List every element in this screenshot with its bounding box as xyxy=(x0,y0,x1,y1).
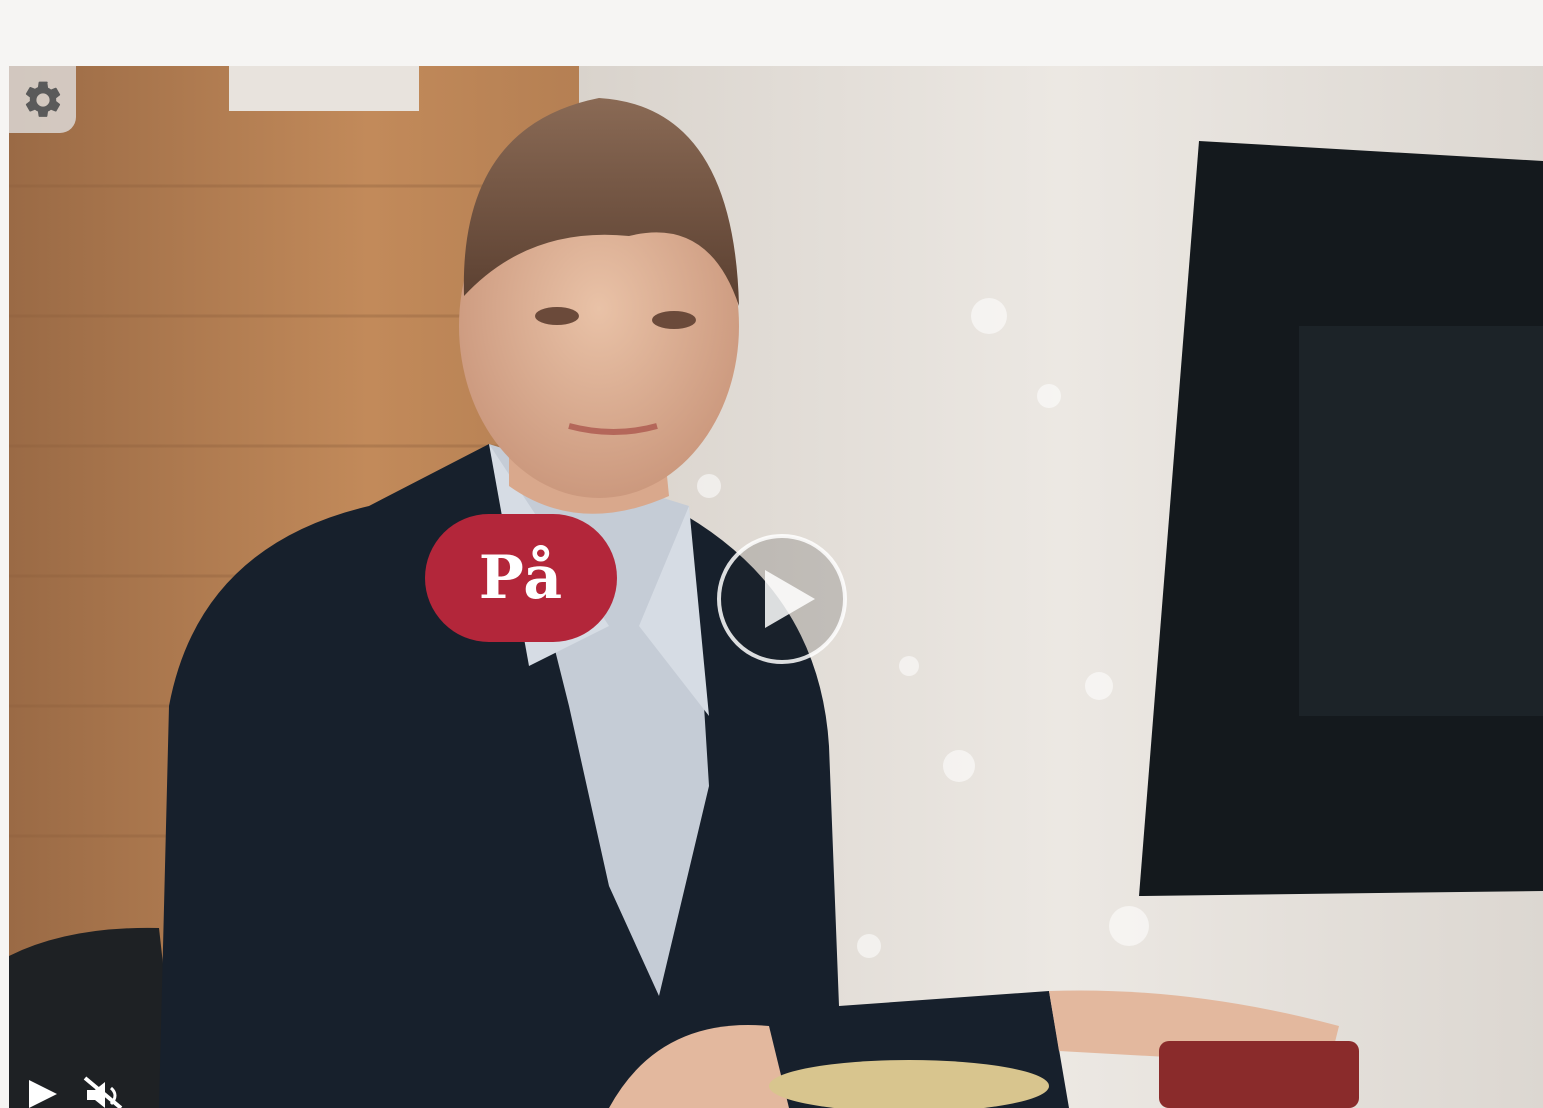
volume-muted-icon xyxy=(83,1076,123,1108)
brand-badge: På xyxy=(425,514,617,642)
video-player[interactable]: På xyxy=(9,66,1543,1108)
top-bar xyxy=(0,0,1543,66)
play-button[interactable] xyxy=(23,1074,67,1108)
mute-button[interactable] xyxy=(81,1074,125,1108)
settings-button[interactable] xyxy=(9,66,76,133)
gear-icon xyxy=(25,81,60,117)
play-icon xyxy=(29,1080,57,1108)
player-controls xyxy=(23,1074,125,1108)
play-circle-icon xyxy=(717,534,847,664)
play-overlay-button[interactable] xyxy=(715,532,849,666)
brand-badge-text: På xyxy=(478,543,564,613)
